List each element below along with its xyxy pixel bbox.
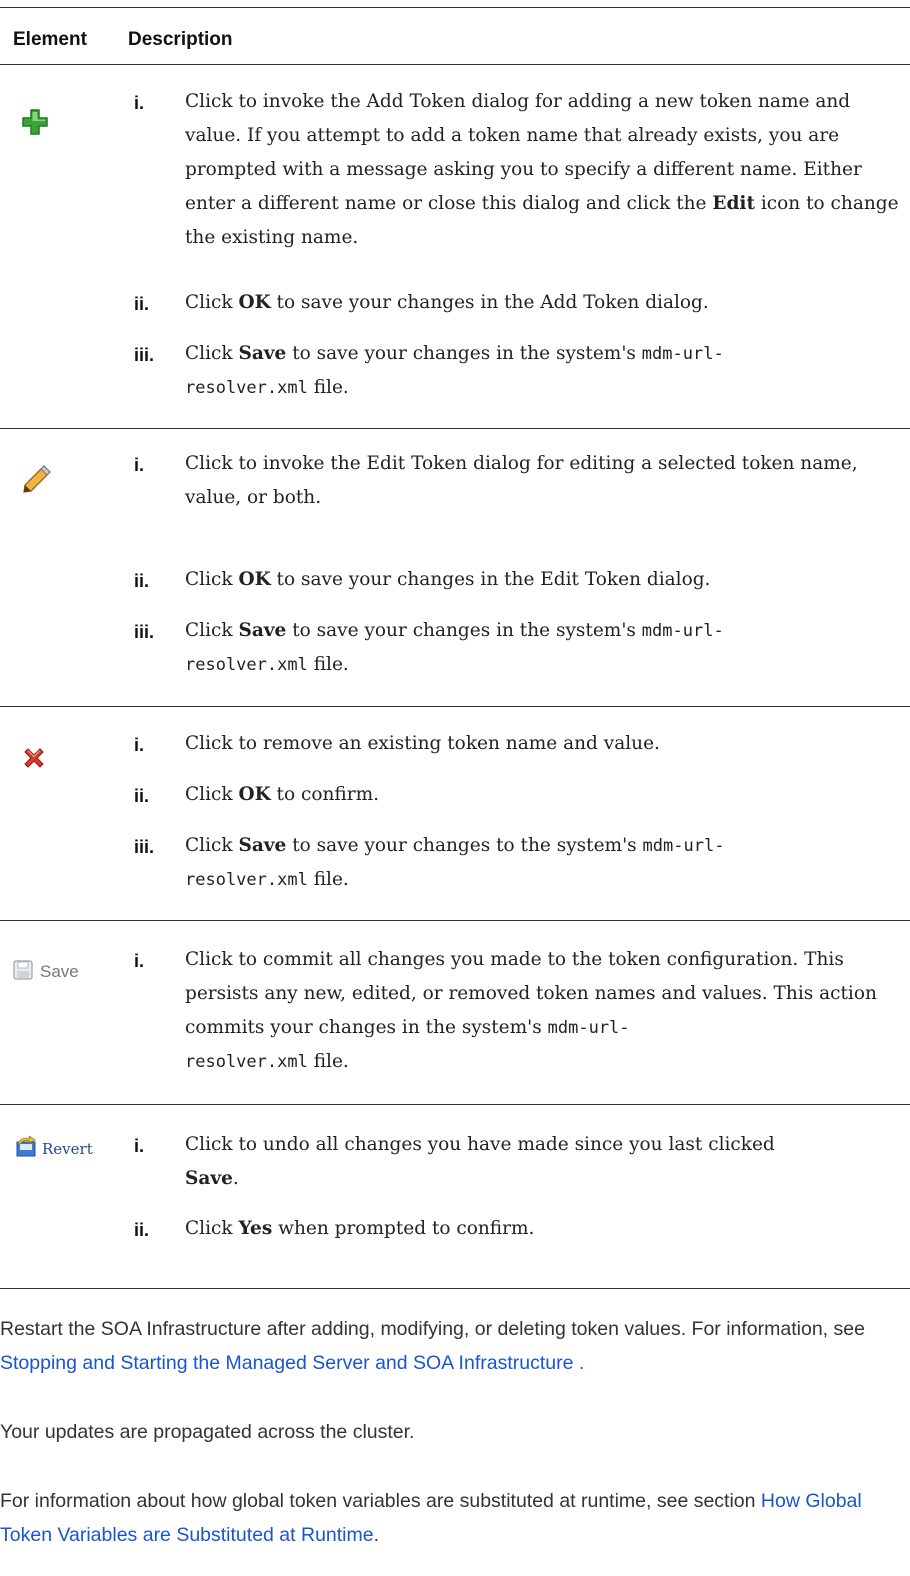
step-number: iii. <box>134 837 155 857</box>
table-bottom-rule <box>0 1288 910 1289</box>
step-number: iii. <box>134 622 155 642</box>
restart-paragraph: Restart the SOA Infrastructure after add… <box>0 1318 865 1374</box>
column-header-element: Element <box>13 29 87 50</box>
step-text: Click to invoke the Edit Token dialog fo… <box>185 453 858 508</box>
row-divider <box>0 1104 910 1105</box>
row-divider <box>0 920 910 921</box>
step-text: Click OK to save your changes in the Add… <box>185 292 709 313</box>
revert-button-label: Revert <box>42 1140 93 1158</box>
table-header-rule <box>0 64 910 65</box>
step-number: i. <box>134 951 145 971</box>
step-text: Click OK to save your changes in the Edi… <box>185 569 711 590</box>
propagated-paragraph: Your updates are propagated across the c… <box>0 1421 415 1443</box>
edit-pencil-icon[interactable] <box>22 464 52 499</box>
edit-term: Edit <box>712 193 755 214</box>
add-icon[interactable] <box>22 109 48 140</box>
stopping-starting-link[interactable]: Stopping and Starting the Managed Server… <box>0 1352 573 1374</box>
step-number: i. <box>134 735 145 755</box>
step-text: Click Yes when prompted to confirm. <box>185 1218 535 1239</box>
step-number: ii. <box>134 786 150 806</box>
step-text: Click to remove an existing token name a… <box>185 733 660 754</box>
step-number: i. <box>134 1136 145 1156</box>
info-paragraph: For information about how global token v… <box>0 1490 862 1546</box>
step-text: Click OK to confirm. <box>185 784 380 805</box>
row-divider <box>0 706 910 707</box>
step-text: Click Save to save your changes in the s… <box>185 343 724 398</box>
step-number: ii. <box>134 571 150 591</box>
step-number: ii. <box>134 1220 150 1240</box>
table-top-rule <box>0 7 910 8</box>
row-divider <box>0 428 910 429</box>
column-header-description: Description <box>128 29 233 50</box>
step-number: ii. <box>134 294 150 314</box>
step-text: Click to undo all changes you have made … <box>185 1134 775 1189</box>
step-number: iii. <box>134 345 155 365</box>
step-number: i. <box>134 455 145 475</box>
save-button-label: Save <box>40 962 79 981</box>
step-text: Click Save to save your changes to the s… <box>185 835 725 890</box>
step-text: Click to invoke the Add Token dialog for… <box>185 91 899 248</box>
step-text: Click Save to save your changes in the s… <box>185 620 724 675</box>
step-number: i. <box>134 93 145 113</box>
revert-icon <box>14 1135 38 1162</box>
revert-button[interactable]: Revert <box>14 1135 93 1162</box>
step-text: Click to commit all changes you made to … <box>185 949 877 1072</box>
save-button[interactable]: Save <box>12 958 100 986</box>
delete-x-icon[interactable] <box>22 746 46 775</box>
save-disk-icon <box>12 959 34 986</box>
